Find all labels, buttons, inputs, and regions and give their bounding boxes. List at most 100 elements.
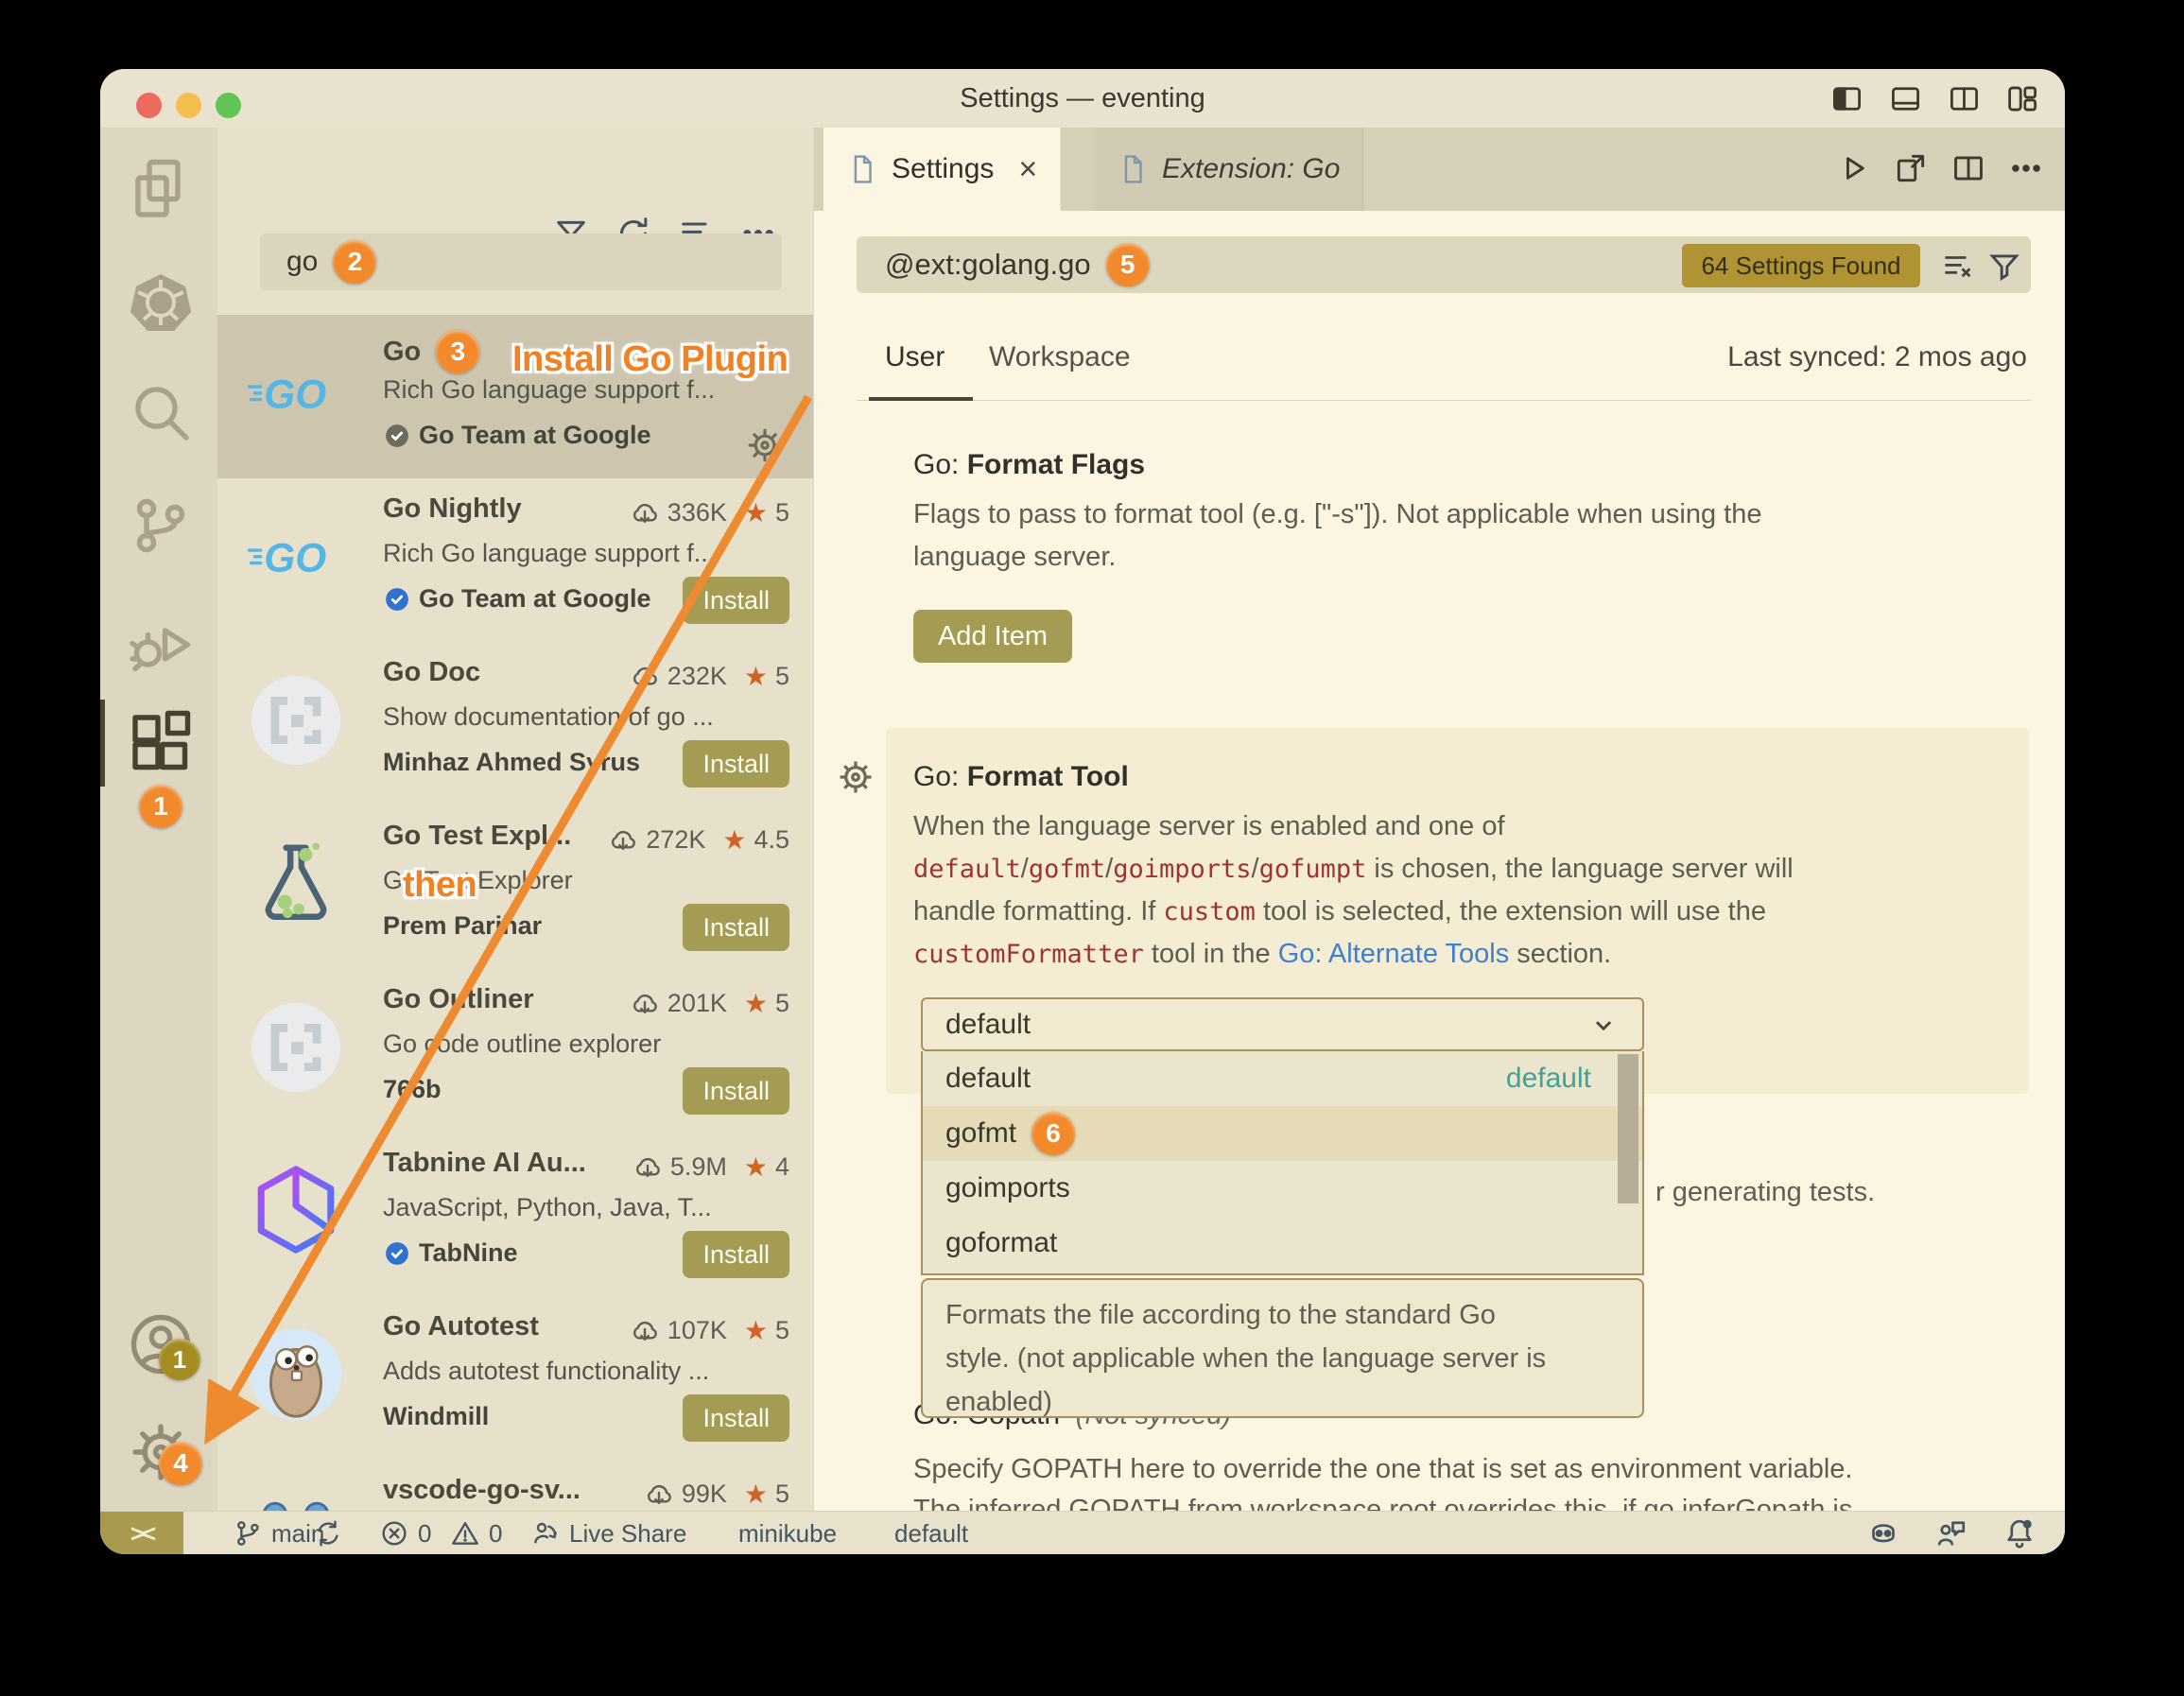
feedback-icon[interactable] bbox=[1934, 1516, 1968, 1550]
statusbar-default[interactable]: default bbox=[894, 1512, 968, 1554]
remote-indicator[interactable]: >< bbox=[100, 1512, 183, 1554]
dropdown-option-default[interactable]: default default bbox=[923, 1051, 1642, 1106]
scope-tab-workspace[interactable]: Workspace bbox=[989, 341, 1131, 373]
tab-extension-go[interactable]: Extension: Go bbox=[1094, 128, 1363, 211]
doc-circle-icon bbox=[246, 670, 346, 770]
divider bbox=[857, 400, 2031, 401]
format-tool-select-value: default bbox=[945, 1009, 1031, 1041]
activitybar-source-control[interactable] bbox=[127, 492, 195, 560]
extension-row-vscode-go-sv-[interactable]: vscode-go-sv... 99K ★ 5 bbox=[217, 1460, 813, 1511]
extension-stats: 107K ★ 5 bbox=[630, 1315, 789, 1346]
dropdown-option-goformat[interactable]: goformat bbox=[923, 1216, 1642, 1271]
extension-row-go-doc[interactable]: Go Doc 232K ★ 5 Show documentation of go… bbox=[217, 642, 813, 805]
statusbar-minikube[interactable]: minikube bbox=[738, 1512, 837, 1554]
dropdown-option-description: Formats the file according to the standa… bbox=[921, 1278, 1644, 1418]
extension-description: Adds autotest functionality ... bbox=[383, 1357, 789, 1386]
extension-stats: 201K ★ 5 bbox=[630, 988, 789, 1019]
download-count: 99K bbox=[682, 1480, 727, 1509]
install-button[interactable]: Install bbox=[683, 1394, 789, 1442]
downloads-icon bbox=[630, 1316, 660, 1346]
alternate-tools-link[interactable]: Go: Alternate Tools bbox=[1278, 939, 1510, 969]
activitybar-manage[interactable] bbox=[127, 1418, 195, 1486]
manage-extension-gear-icon[interactable] bbox=[745, 425, 785, 465]
code-span: gofumpt bbox=[1259, 855, 1367, 884]
copilot-icon[interactable] bbox=[1866, 1516, 1900, 1550]
vscode-window: Settings — eventing EXTENSIONS: MARKE...… bbox=[100, 69, 2065, 1554]
status-bar: >< main 0 0 Live Share minikube default bbox=[100, 1511, 2065, 1554]
occluded-setting-text: r generating tests. bbox=[1655, 1177, 1875, 1208]
install-button[interactable]: Install bbox=[683, 904, 789, 951]
more-icon[interactable] bbox=[2008, 150, 2044, 186]
extension-name: Go Nightly bbox=[383, 493, 522, 525]
star-icon: ★ bbox=[722, 824, 746, 856]
minimize-window-button[interactable] bbox=[176, 93, 201, 118]
branch-icon bbox=[233, 1518, 263, 1549]
extension-row-go-nightly[interactable]: GO Go Nightly 336K ★ 5 Rich Go language … bbox=[217, 478, 813, 642]
close-tab-icon[interactable]: × bbox=[1018, 151, 1037, 188]
option-label: goimports bbox=[945, 1172, 1070, 1204]
verified-publisher-icon bbox=[383, 585, 411, 614]
setting-format-tool-title: Go: Format Tool bbox=[913, 761, 1129, 793]
activitybar-accounts[interactable] bbox=[127, 1310, 195, 1378]
scope-tab-user[interactable]: User bbox=[885, 341, 945, 373]
split-editor-icon[interactable] bbox=[1950, 150, 1986, 186]
close-window-button[interactable] bbox=[136, 93, 162, 118]
gopher-tan-icon bbox=[246, 1324, 346, 1425]
code-span: default bbox=[913, 855, 1021, 884]
extension-row-go-outliner[interactable]: Go Outliner 201K ★ 5 Go code outline exp… bbox=[217, 969, 813, 1133]
verified-publisher-icon bbox=[383, 422, 411, 450]
activitybar-kubernetes[interactable] bbox=[127, 268, 195, 337]
install-button[interactable]: Install bbox=[683, 1067, 789, 1115]
downloads-icon bbox=[644, 1480, 674, 1510]
extension-description: Rich Go language support f... bbox=[383, 539, 789, 568]
split-window-icon[interactable] bbox=[1947, 81, 1982, 116]
statusbar-0[interactable]: 0 bbox=[379, 1512, 431, 1554]
activitybar-search[interactable] bbox=[127, 378, 195, 446]
setting-gopath-description-clipped: The inferred GOPATH from workspace root … bbox=[913, 1489, 1852, 1511]
dropdown-option-goimports[interactable]: goimports bbox=[923, 1161, 1642, 1216]
activitybar-run-debug[interactable] bbox=[127, 611, 195, 679]
install-button[interactable]: Install bbox=[683, 740, 789, 787]
statusbar-sync[interactable] bbox=[313, 1512, 343, 1554]
install-button[interactable]: Install bbox=[683, 1231, 789, 1278]
annotation-badge-6: 6 bbox=[1031, 1112, 1075, 1155]
code-span: custom bbox=[1163, 897, 1256, 926]
dropdown-option-gofmt[interactable]: gofmt 6 bbox=[923, 1106, 1642, 1161]
zoom-window-button[interactable] bbox=[216, 93, 241, 118]
tab-settings[interactable]: Settings × bbox=[823, 128, 1061, 211]
setting-gear-icon[interactable] bbox=[835, 756, 876, 798]
svg-text:GO: GO bbox=[264, 535, 326, 580]
extension-row-go-test-expl-[interactable]: Go Test Expl... 272K ★ 4.5 Go Test Explo… bbox=[217, 805, 813, 969]
add-item-button[interactable]: Add Item bbox=[913, 610, 1072, 663]
settings-body: @ext:golang.go 5 64 Settings Found User … bbox=[814, 211, 2065, 1511]
extension-row-go[interactable]: GO Go3 Rich Go language support f... Go … bbox=[217, 315, 813, 478]
activitybar-extensions[interactable] bbox=[127, 706, 195, 774]
extension-row-tabnine-ai-au-[interactable]: Tabnine AI Au... 5.9M ★ 4 JavaScript, Py… bbox=[217, 1133, 813, 1296]
statusbar-live-share[interactable]: Live Share bbox=[530, 1512, 686, 1554]
filter-settings-icon[interactable] bbox=[1986, 249, 2022, 285]
downloads-icon bbox=[608, 825, 638, 856]
install-button[interactable]: Install bbox=[683, 577, 789, 624]
layout-icon[interactable] bbox=[2005, 81, 2040, 116]
extension-row-go-autotest[interactable]: Go Autotest 107K ★ 5 Adds autotest funct… bbox=[217, 1296, 813, 1460]
bell-icon[interactable] bbox=[2002, 1516, 2037, 1550]
format-tool-select[interactable]: default bbox=[921, 997, 1644, 1051]
clear-settings-filter-icon[interactable] bbox=[1939, 249, 1975, 285]
sidebar-toggle-icon[interactable] bbox=[1829, 81, 1864, 116]
open-changes-icon[interactable] bbox=[1893, 150, 1929, 186]
extensions-search-input[interactable]: go 2 bbox=[260, 234, 782, 290]
titlebar: Settings — eventing bbox=[100, 69, 2065, 128]
setting-format-flags-title: Go: Format Flags bbox=[913, 449, 1145, 481]
dropdown-scrollbar[interactable] bbox=[1618, 1054, 1638, 1203]
chevron-down-icon bbox=[1587, 1009, 1620, 1041]
download-count: 232K bbox=[667, 662, 727, 691]
statusbar-0[interactable]: 0 bbox=[450, 1512, 502, 1554]
rating: 4 bbox=[775, 1152, 789, 1182]
panel-toggle-icon[interactable] bbox=[1888, 81, 1923, 116]
play-icon[interactable] bbox=[1835, 150, 1871, 186]
star-icon: ★ bbox=[744, 988, 768, 1019]
active-view-indicator bbox=[100, 700, 105, 787]
extensions-sidebar: EXTENSIONS: MARKE... go 2 GO Go3 Rich Go… bbox=[217, 128, 813, 1511]
statusbar-main[interactable]: main bbox=[233, 1512, 324, 1554]
activitybar-explorer[interactable] bbox=[127, 155, 195, 223]
